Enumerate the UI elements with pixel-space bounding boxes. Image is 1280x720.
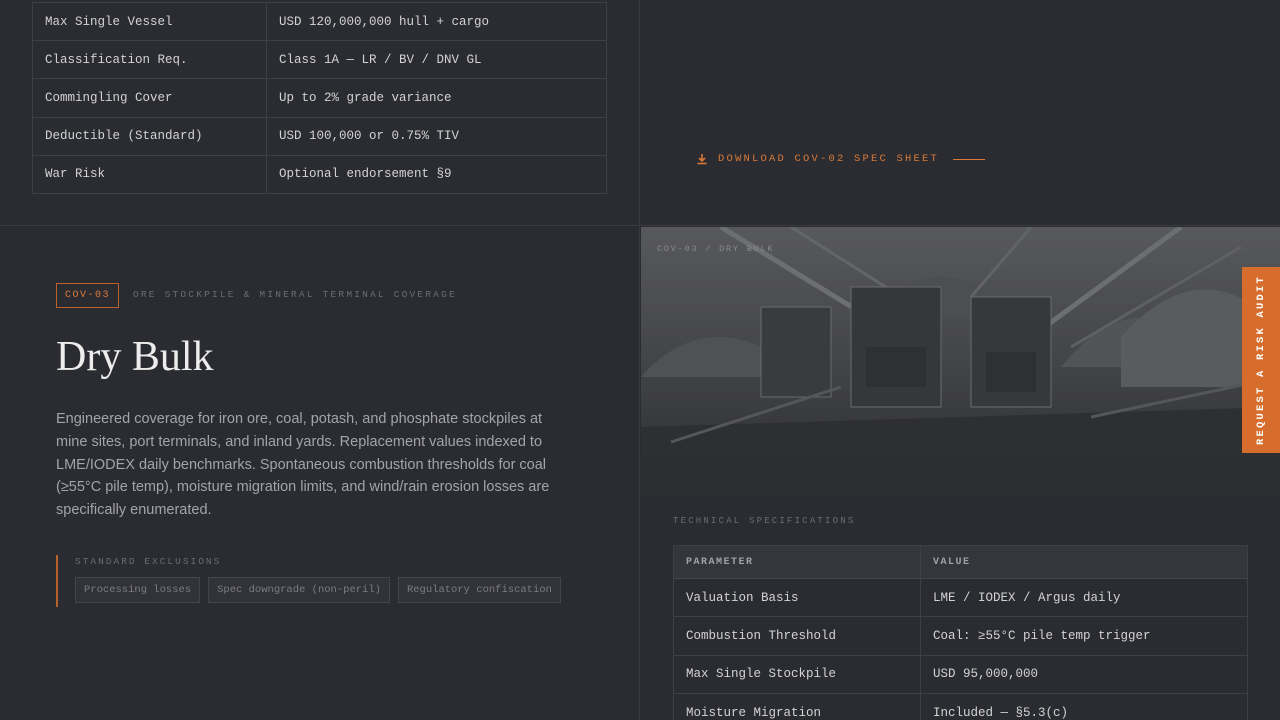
table-header-row: PARAMETER VALUE: [673, 545, 1248, 579]
exclusion-chip: Processing losses: [75, 577, 201, 603]
coverage-kicker: ORE STOCKPILE & MINERAL TERMINAL COVERAG…: [133, 289, 457, 300]
value-cell: LME / IODEX / Argus daily: [920, 578, 1248, 618]
param-cell: Commingling Cover: [32, 78, 267, 118]
param-cell: Valuation Basis: [673, 578, 921, 618]
value-cell: USD 120,000,000 hull + cargo: [266, 2, 607, 42]
value-cell: Up to 2% grade variance: [266, 78, 607, 118]
cta-label: REQUEST A RISK AUDIT: [1255, 274, 1267, 446]
table-row: Max Single Stockpile USD 95,000,000: [673, 655, 1248, 695]
download-label: DOWNLOAD COV-02 SPEC SHEET: [718, 153, 940, 165]
terminal-illustration: [641, 227, 1280, 497]
photo-tag: COV-03 / DRY BULK: [657, 244, 775, 254]
table-row: Classification Req. Class 1A — LR / BV /…: [32, 40, 607, 80]
value-cell: Optional endorsement §9: [266, 155, 607, 194]
param-header: PARAMETER: [673, 545, 921, 579]
param-cell: Max Single Vessel: [32, 2, 267, 42]
param-cell: Moisture Migration: [673, 693, 921, 720]
prev-download-panel: DOWNLOAD COV-02 SPEC SHEET: [640, 0, 1280, 226]
prev-spec-table: Max Single Vessel USD 120,000,000 hull +…: [32, 2, 607, 194]
tech-specs-table: PARAMETER VALUE Valuation Basis LME / IO…: [673, 545, 1248, 720]
value-cell: USD 100,000 or 0.75% TIV: [266, 117, 607, 156]
exclusion-chip: Spec downgrade (non-peril): [208, 577, 390, 603]
param-cell: Classification Req.: [32, 40, 267, 80]
param-cell: War Risk: [32, 155, 267, 194]
table-row: Combustion Threshold Coal: ≥55°C pile te…: [673, 616, 1248, 656]
exclusions-list: Processing losses Spec downgrade (non-pe…: [75, 577, 561, 603]
value-cell: Coal: ≥55°C pile temp trigger: [920, 616, 1248, 656]
prev-spec-panel: Max Single Vessel USD 120,000,000 hull +…: [0, 0, 640, 226]
download-underline: [953, 158, 986, 160]
table-row: Moisture Migration Included — §5.3(c): [673, 693, 1248, 720]
value-header: VALUE: [920, 545, 1248, 579]
table-row: Max Single Vessel USD 120,000,000 hull +…: [32, 2, 607, 42]
param-cell: Max Single Stockpile: [673, 655, 921, 695]
coverage-code-badge: COV-03: [56, 283, 120, 308]
exclusions-label: STANDARD EXCLUSIONS: [75, 556, 222, 567]
value-cell: USD 95,000,000: [920, 655, 1248, 695]
dry-bulk-terminal-photo: COV-03 / DRY BULK: [641, 227, 1280, 497]
coverage-intro-panel: COV-03 ORE STOCKPILE & MINERAL TERMINAL …: [0, 227, 640, 720]
value-cell: Class 1A — LR / BV / DNV GL: [266, 40, 607, 80]
exclusions-block: STANDARD EXCLUSIONS Processing losses Sp…: [56, 555, 561, 607]
coverage-detail-panel: COV-03 / DRY BULK TECHNICAL SPECIFICATIO…: [641, 227, 1280, 720]
value-cell: Included — §5.3(c): [920, 693, 1248, 720]
table-row: War Risk Optional endorsement §9: [32, 155, 607, 194]
download-arrow-icon: [697, 154, 707, 165]
tech-specs-label: TECHNICAL SPECIFICATIONS: [673, 516, 856, 526]
download-spec-sheet-link[interactable]: DOWNLOAD COV-02 SPEC SHEET: [696, 153, 986, 165]
coverage-description: Engineered coverage for iron ore, coal, …: [56, 411, 550, 519]
exclusion-chip: Regulatory confiscation: [397, 577, 561, 603]
param-cell: Deductible (Standard): [32, 117, 267, 156]
table-row: Commingling Cover Up to 2% grade varianc…: [32, 78, 607, 118]
request-risk-audit-button[interactable]: REQUEST A RISK AUDIT: [1242, 267, 1280, 453]
param-cell: Combustion Threshold: [673, 616, 921, 656]
table-row: Deductible (Standard) USD 100,000 or 0.7…: [32, 117, 607, 156]
table-row: Valuation Basis LME / IODEX / Argus dail…: [673, 578, 1248, 618]
coverage-title: Dry Bulk: [56, 334, 214, 380]
